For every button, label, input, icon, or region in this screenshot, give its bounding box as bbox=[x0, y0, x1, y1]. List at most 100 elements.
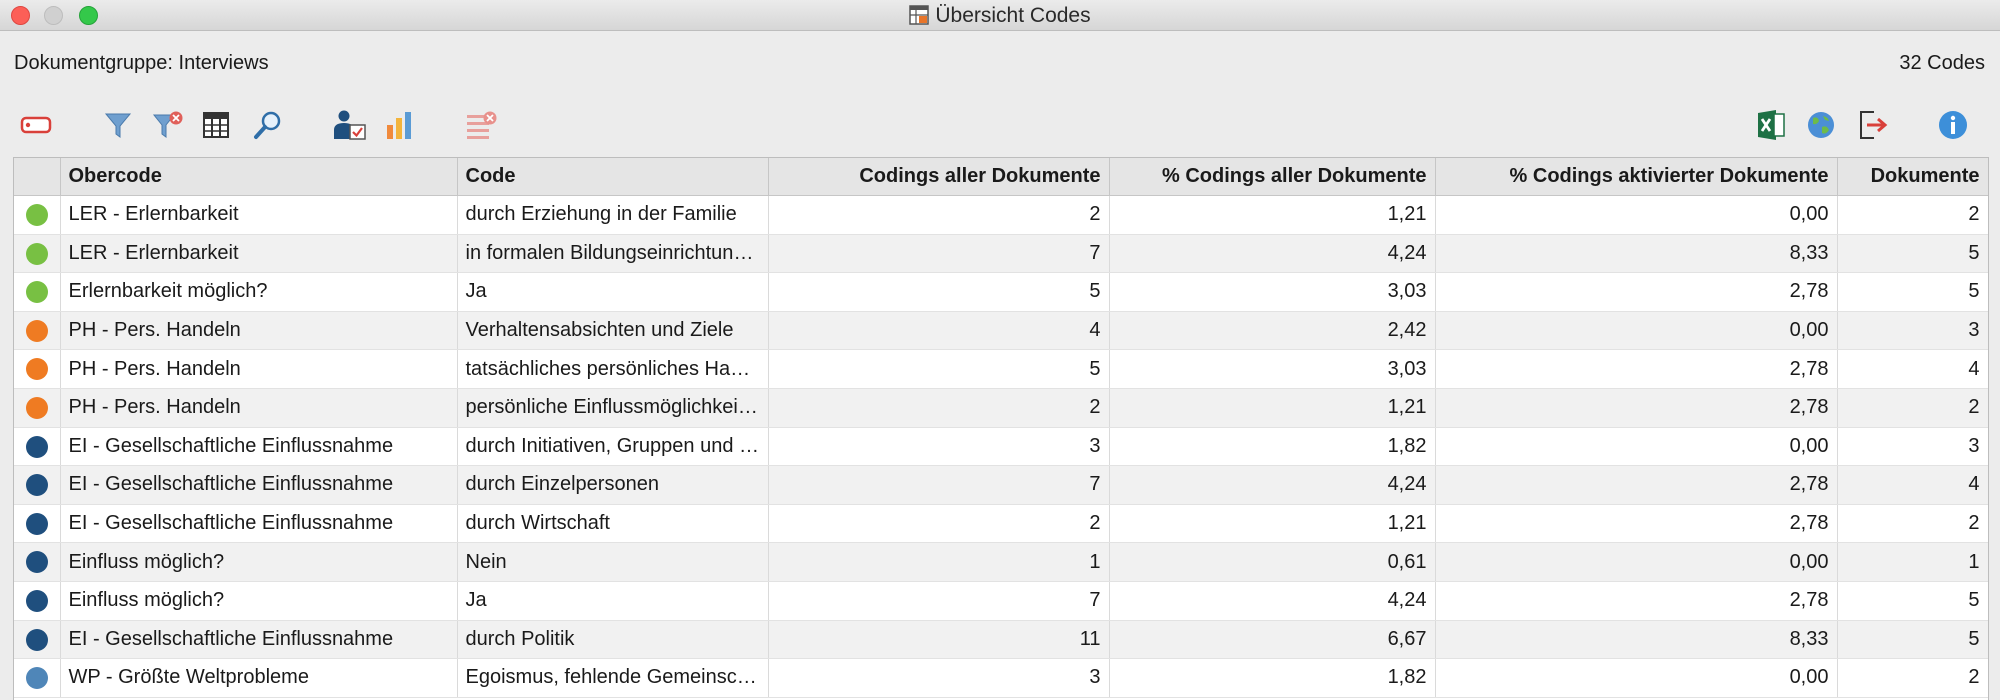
color-cell bbox=[14, 311, 61, 351]
table-header-row: Obercode Code Codings aller Dokumente % … bbox=[14, 158, 1988, 196]
user-check-icon bbox=[334, 110, 366, 140]
color-cell bbox=[14, 542, 61, 582]
pct-codings-all-cell: 1,21 bbox=[1109, 504, 1436, 544]
code-cell: Ja bbox=[457, 581, 769, 621]
obercode-cell: PH - Pers. Handeln bbox=[60, 311, 458, 351]
table-row[interactable]: PH - Pers. Handeln persönliche Einflussmö… bbox=[14, 388, 1988, 428]
code-count-label: 32 Codes bbox=[1899, 52, 1985, 74]
pct-codings-all-cell: 6,67 bbox=[1109, 620, 1436, 660]
obercode-cell: PH - Pers. Handeln bbox=[60, 349, 458, 389]
column-header-pct-codings-active[interactable]: % Codings aktivierter Dokumente bbox=[1435, 158, 1838, 196]
codings-all-cell: 11 bbox=[768, 620, 1110, 660]
code-color-dot bbox=[25, 551, 48, 574]
excel-export-button[interactable] bbox=[1753, 108, 1789, 142]
code-cell: Verhaltensabsichten und Ziele bbox=[457, 311, 769, 351]
info-button[interactable] bbox=[1935, 108, 1971, 142]
table-columns-icon bbox=[203, 112, 229, 138]
table-row[interactable]: EI - Gesellschaftliche Einflussnahme durc… bbox=[14, 620, 1988, 660]
table-row[interactable]: WP - Größte Weltprobleme Egoismus, fehlen… bbox=[14, 658, 1988, 698]
filter-button[interactable] bbox=[100, 108, 136, 142]
column-header-codings-all[interactable]: Codings aller Dokumente bbox=[768, 158, 1110, 196]
code-cell: Egoismus, fehlende Gemeinschaft bbox=[457, 658, 769, 698]
obercode-cell: Erlernbarkeit möglich? bbox=[60, 272, 458, 312]
color-cell bbox=[14, 234, 61, 274]
codes-table[interactable]: Obercode Code Codings aller Dokumente % … bbox=[13, 157, 1989, 700]
code-cell: Ja bbox=[457, 272, 769, 312]
documents-cell: 3 bbox=[1837, 311, 1988, 351]
table-row[interactable]: Einfluss möglich? Ja 7 4,24 2,78 5 bbox=[14, 581, 1988, 621]
color-cell bbox=[14, 581, 61, 621]
document-group-label: Dokumentgruppe: Interviews bbox=[14, 52, 269, 74]
obercode-cell: EI - Gesellschaftliche Einflussnahme bbox=[60, 427, 458, 467]
code-color-dot bbox=[25, 435, 48, 458]
title-bar[interactable]: Übersicht Codes bbox=[0, 0, 2000, 31]
table-row[interactable]: Erlernbarkeit möglich? Ja 5 3,03 2,78 5 bbox=[14, 272, 1988, 312]
obercode-cell: PH - Pers. Handeln bbox=[60, 388, 458, 428]
obercode-cell: LER - Erlernbarkeit bbox=[60, 234, 458, 274]
code-color-dot bbox=[25, 204, 48, 227]
code-color-dot bbox=[25, 281, 48, 304]
table-row[interactable]: EI - Gesellschaftliche Einflussnahme durc… bbox=[14, 427, 1988, 467]
documents-cell: 5 bbox=[1837, 620, 1988, 660]
pct-codings-all-cell: 3,03 bbox=[1109, 272, 1436, 312]
pct-codings-active-cell: 8,33 bbox=[1435, 620, 1838, 660]
table-row[interactable]: PH - Pers. Handeln tatsächliches persönli… bbox=[14, 349, 1988, 389]
documents-cell: 1 bbox=[1837, 542, 1988, 582]
table-row[interactable]: EI - Gesellschaftliche Einflussnahme durc… bbox=[14, 465, 1988, 505]
web-export-button[interactable] bbox=[1803, 108, 1839, 142]
table-row[interactable]: LER - Erlernbarkeit in formalen Bildungse… bbox=[14, 234, 1988, 274]
pct-codings-all-cell: 2,42 bbox=[1109, 311, 1436, 351]
tag-button[interactable] bbox=[18, 108, 54, 142]
column-header-color[interactable] bbox=[14, 158, 61, 196]
codings-all-cell: 3 bbox=[768, 427, 1110, 467]
table-row[interactable]: EI - Gesellschaftliche Einflussnahme durc… bbox=[14, 504, 1988, 544]
clear-list-button[interactable] bbox=[464, 108, 500, 142]
column-header-code[interactable]: Code bbox=[457, 158, 769, 196]
code-color-dot bbox=[25, 512, 48, 535]
obercode-cell: Einfluss möglich? bbox=[60, 581, 458, 621]
code-cell: durch Einzelpersonen bbox=[457, 465, 769, 505]
code-overview-app-icon bbox=[909, 5, 930, 25]
globe-icon bbox=[1808, 112, 1834, 138]
color-cell bbox=[14, 388, 61, 428]
chart-button[interactable] bbox=[382, 108, 418, 142]
pct-codings-all-cell: 1,21 bbox=[1109, 388, 1436, 428]
code-cell: durch Politik bbox=[457, 620, 769, 660]
code-cell: Nein bbox=[457, 542, 769, 582]
codings-all-cell: 4 bbox=[768, 311, 1110, 351]
table-row[interactable]: PH - Pers. Handeln Verhaltensabsichten un… bbox=[14, 311, 1988, 351]
pct-codings-all-cell: 4,24 bbox=[1109, 581, 1436, 621]
column-header-documents[interactable]: Dokumente bbox=[1837, 158, 1988, 196]
code-cell: durch Initiativen, Gruppen und Vereine bbox=[457, 427, 769, 467]
pct-codings-all-cell: 0,61 bbox=[1109, 542, 1436, 582]
codings-all-cell: 2 bbox=[768, 504, 1110, 544]
codings-all-cell: 1 bbox=[768, 542, 1110, 582]
code-color-dot bbox=[25, 319, 48, 342]
table-row[interactable]: Einfluss möglich? Nein 1 0,61 0,00 1 bbox=[14, 542, 1988, 582]
obercode-cell: EI - Gesellschaftliche Einflussnahme bbox=[60, 465, 458, 505]
documents-cell: 2 bbox=[1837, 658, 1988, 698]
code-color-dot bbox=[25, 628, 48, 651]
code-color-dot bbox=[25, 396, 48, 419]
documents-cell: 5 bbox=[1837, 234, 1988, 274]
columns-button[interactable] bbox=[198, 108, 234, 142]
code-cell: persönliche Einflussmöglichkeiten bbox=[457, 388, 769, 428]
remove-filter-button[interactable] bbox=[150, 108, 186, 142]
search-button[interactable] bbox=[250, 108, 286, 142]
excel-icon bbox=[1758, 110, 1785, 140]
pct-codings-active-cell: 2,78 bbox=[1435, 465, 1838, 505]
export-button[interactable] bbox=[1855, 108, 1891, 142]
documents-cell: 3 bbox=[1837, 427, 1988, 467]
activate-documents-button[interactable] bbox=[332, 108, 368, 142]
codings-all-cell: 3 bbox=[768, 658, 1110, 698]
code-cell: durch Wirtschaft bbox=[457, 504, 769, 544]
window-title-wrap: Übersicht Codes bbox=[0, 4, 2000, 28]
pct-codings-all-cell: 3,03 bbox=[1109, 349, 1436, 389]
column-header-obercode[interactable]: Obercode bbox=[60, 158, 458, 196]
color-cell bbox=[14, 465, 61, 505]
column-header-pct-codings-all[interactable]: % Codings aller Dokumente bbox=[1109, 158, 1436, 196]
table-row[interactable]: LER - Erlernbarkeit durch Erziehung in de… bbox=[14, 195, 1988, 235]
codings-all-cell: 7 bbox=[768, 581, 1110, 621]
code-color-dot bbox=[25, 589, 48, 612]
pct-codings-active-cell: 2,78 bbox=[1435, 504, 1838, 544]
